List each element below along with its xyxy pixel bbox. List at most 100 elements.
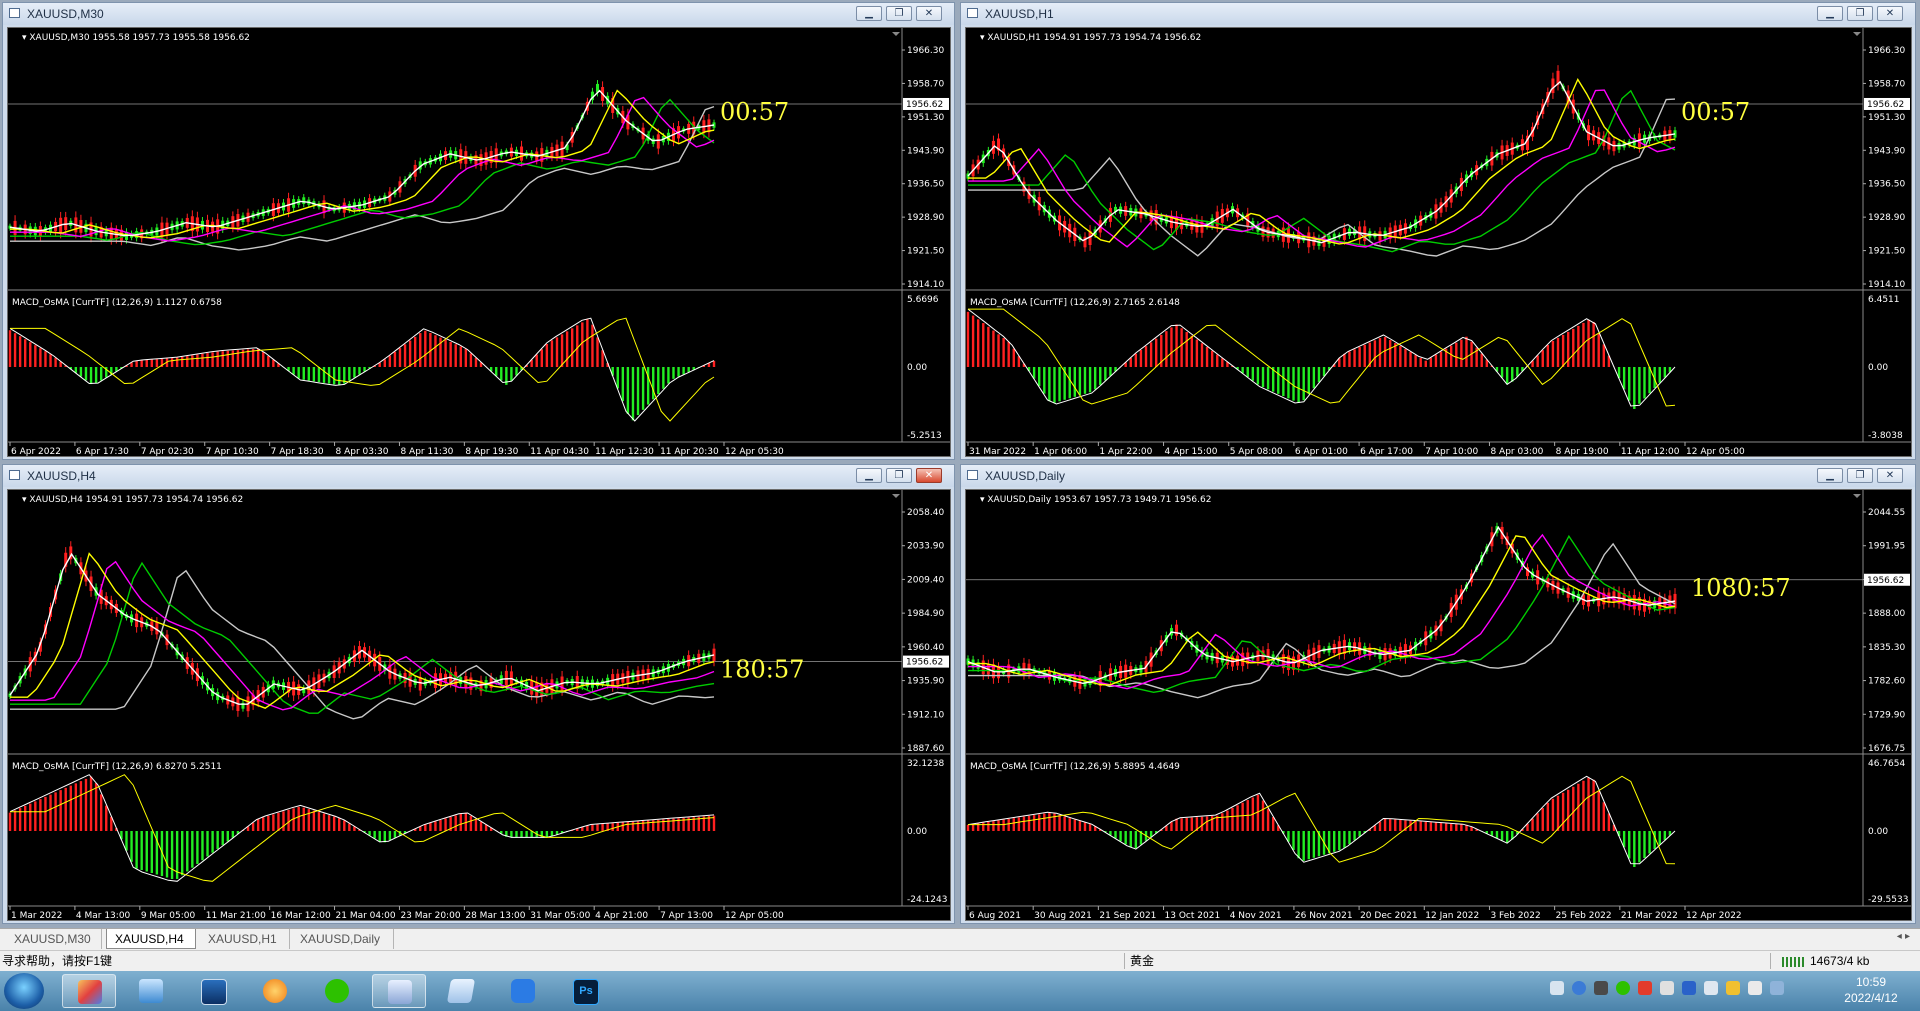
tab-xauusd-m30[interactable]: XAUUSD,M30 <box>6 929 102 949</box>
tray-app-icon[interactable] <box>1748 981 1762 995</box>
tab-scroll-arrows[interactable]: ◂ ▸ <box>1897 931 1910 942</box>
tab-xauusd-daily[interactable]: XAUUSD,Daily <box>292 929 394 949</box>
tray-network-icon[interactable] <box>1660 981 1674 995</box>
macd-histogram-bar <box>165 831 169 878</box>
minimize-button[interactable]: ▁ <box>1817 6 1843 21</box>
macd-histogram-bar <box>1180 328 1183 367</box>
macd-histogram-bar <box>1073 819 1077 831</box>
tab-xauusd-h4[interactable]: XAUUSD,H4 <box>106 929 196 949</box>
time-tick-label: 6 Apr 2022 <box>11 447 61 457</box>
time-tick-label: 7 Apr 18:30 <box>271 447 324 457</box>
macd-histogram-bar <box>479 821 483 831</box>
price-tick-label: 1951.30 <box>907 113 944 123</box>
time-tick-label: 12 Apr 2022 <box>1686 911 1742 921</box>
macd-histogram-bar <box>267 355 270 367</box>
macd-histogram-bar <box>1450 823 1453 831</box>
taskbar-app-wechat[interactable] <box>310 974 364 1008</box>
window-titlebar[interactable]: XAUUSD,H1 <box>961 3 1915 25</box>
macd-histogram-bar <box>454 344 457 367</box>
price-tick-label: 1943.90 <box>1868 146 1905 156</box>
macd-histogram-bar <box>338 367 341 386</box>
taskbar-app-paint[interactable] <box>62 974 116 1008</box>
taskbar-app-explorer[interactable] <box>124 974 178 1008</box>
chart-window-xauusd-h1[interactable]: XAUUSD,H1 ▁ ❐ ✕ ▾ XAUUSD,H1 1954.91 1957.73 … <box>960 2 1916 460</box>
taskbar-app-photoshop[interactable]: Ps <box>558 974 612 1008</box>
close-button[interactable]: ✕ <box>916 6 942 21</box>
taskbar-app-trading[interactable] <box>372 974 426 1008</box>
macd-histogram-bar <box>672 367 675 379</box>
close-button[interactable]: ✕ <box>916 468 942 483</box>
macd-histogram-bar <box>1546 802 1550 831</box>
time-tick-label: 11 Mar 21:00 <box>206 911 266 921</box>
macd-histogram-bar <box>1032 815 1036 831</box>
maximize-button[interactable]: ❐ <box>886 468 912 483</box>
chart-window-icon <box>9 470 20 480</box>
macd-histogram-bar <box>1068 818 1071 831</box>
maximize-button[interactable]: ❐ <box>1847 6 1873 21</box>
maximize-button[interactable]: ❐ <box>1847 468 1873 483</box>
taskbar-clock[interactable]: 10:59 2022/4/12 <box>1836 974 1906 1006</box>
macd-histogram-bar <box>18 336 22 367</box>
macd-histogram-bar <box>444 818 447 831</box>
bar-countdown-timer: 1080:57 <box>1691 574 1791 602</box>
tray-keyboard-icon[interactable] <box>1550 981 1564 995</box>
macd-histogram-bar <box>49 354 52 367</box>
macd-histogram-bar <box>94 367 98 384</box>
time-tick-label: 21 Mar 04:00 <box>336 911 396 921</box>
macd-histogram-bar <box>987 821 990 831</box>
macd-histogram-bar <box>1592 779 1595 831</box>
tray-settings-icon[interactable] <box>1594 981 1608 995</box>
taskbar-app-notes[interactable] <box>434 974 488 1008</box>
taskbar-app-feedback[interactable] <box>496 974 550 1008</box>
chart-window-xauusd-daily[interactable]: XAUUSD,Daily ▁ ❐ ✕ ▾ XAUUSD,Daily 1953.67 19… <box>960 464 1916 924</box>
macd-histogram-bar <box>591 324 594 367</box>
chart-canvas[interactable]: ▾ XAUUSD,Daily 1953.67 1957.73 1949.71 1… <box>965 489 1912 921</box>
macd-histogram-bar <box>383 831 386 843</box>
macd-histogram-bar <box>13 333 17 367</box>
tray-ime-icon[interactable] <box>1726 981 1740 995</box>
macd-histogram-bar <box>616 367 619 389</box>
candle <box>418 677 422 691</box>
tray-wechat-icon[interactable] <box>1616 981 1630 995</box>
tray-shield-icon[interactable] <box>1682 981 1696 995</box>
macd-histogram-bar <box>1246 367 1249 378</box>
tray-volume-icon[interactable] <box>1704 981 1718 995</box>
start-button[interactable] <box>4 973 44 1009</box>
macd-histogram-bar <box>992 821 995 831</box>
tray-antivirus-icon[interactable] <box>1638 981 1652 995</box>
macd-tick-label: 32.1238 <box>907 759 944 769</box>
chart-canvas[interactable]: ▾ XAUUSD,H4 1954.91 1957.73 1954.74 1956… <box>7 489 951 921</box>
minimize-button[interactable]: ▁ <box>856 468 882 483</box>
tray-display-icon[interactable] <box>1770 981 1784 995</box>
macd-histogram-bar <box>1175 818 1178 831</box>
macd-histogram-bar <box>256 818 260 831</box>
minimize-button[interactable]: ▁ <box>1817 468 1843 483</box>
window-titlebar[interactable]: XAUUSD,Daily <box>961 465 1915 487</box>
macd-histogram-bar <box>1292 831 1295 851</box>
time-tick-label: 7 Apr 13:00 <box>660 911 713 921</box>
chart-window-xauusd-h4[interactable]: XAUUSD,H4 ▁ ❐ ✕ ▾ XAUUSD,H4 1954.91 1957.73 … <box>2 464 955 924</box>
minimize-button[interactable]: ▁ <box>856 6 882 21</box>
tray-help-icon[interactable] <box>1572 981 1586 995</box>
window-titlebar[interactable]: XAUUSD,M30 <box>3 3 954 25</box>
macd-histogram-bar <box>84 778 88 831</box>
window-titlebar[interactable]: XAUUSD,H4 <box>3 465 954 487</box>
maximize-button[interactable]: ❐ <box>886 6 912 21</box>
taskbar-app-browser[interactable] <box>248 974 302 1008</box>
macd-histogram-bar <box>211 352 214 367</box>
chart-canvas[interactable]: ▾ XAUUSD,H1 1954.91 1957.73 1954.74 1956… <box>965 27 1912 457</box>
taskbar-app-desktop[interactable] <box>186 974 240 1008</box>
candle <box>1617 143 1621 150</box>
macd-histogram-bar <box>196 354 199 367</box>
macd-histogram-bar <box>540 349 543 367</box>
macd-tick-label: 0.00 <box>1868 827 1888 837</box>
chart-canvas[interactable]: ▾ XAUUSD,M30 1955.58 1957.73 1955.58 195… <box>7 27 951 457</box>
macd-histogram-bar <box>1658 831 1661 845</box>
chart-window-xauusd-m30[interactable]: XAUUSD,M30 ▁ ❐ ✕ ▾ XAUUSD,M30 1955.58 1957.7… <box>2 2 955 460</box>
close-button[interactable]: ✕ <box>1877 6 1903 21</box>
macd-histogram-bar <box>419 333 422 367</box>
tab-xauusd-h1[interactable]: XAUUSD,H1 <box>200 929 290 949</box>
close-button[interactable]: ✕ <box>1877 468 1903 483</box>
time-tick-label: 4 Mar 13:00 <box>76 911 131 921</box>
macd-histogram-bar <box>1465 336 1468 367</box>
